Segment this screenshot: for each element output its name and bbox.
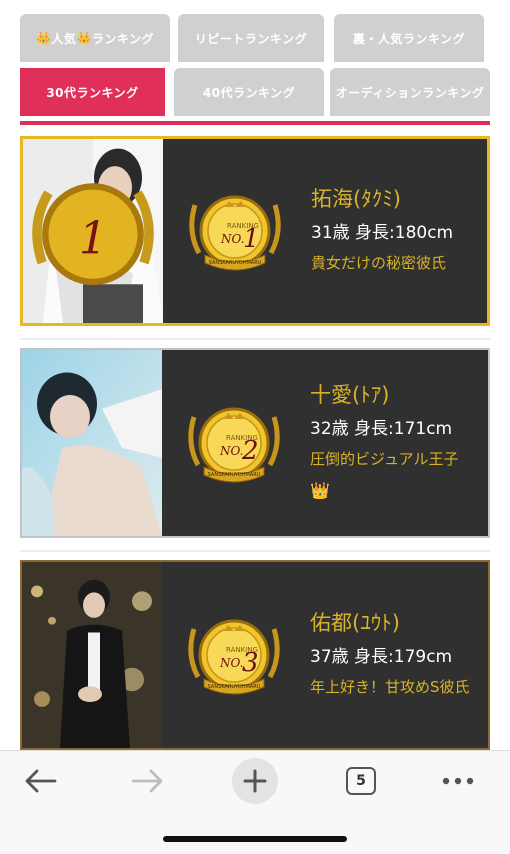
cast-info: 佑都(ﾕｳﾄ) 37歳 身長:179cm 年上好き！甘攻めS彼氏	[310, 562, 490, 748]
card-divider	[20, 550, 490, 552]
ranking-card-2[interactable]: RANKING NO. 2 SANSKARUYOHMARU 十愛(ﾄｱ) 32歳…	[20, 348, 490, 538]
svg-text:1: 1	[79, 212, 107, 264]
more-menu-button[interactable]	[430, 759, 486, 803]
cast-stats: 37歳 身長:179cm	[310, 647, 453, 667]
tab-40s-ranking[interactable]: 40代ランキング	[174, 68, 324, 116]
back-arrow-icon	[25, 769, 57, 793]
rank-medal-2: RANKING NO. 2 SANSKARUYOHMARU	[188, 407, 280, 483]
tab-ura-popular-ranking[interactable]: 裏・人気ランキング	[334, 14, 484, 62]
crown-icon: 👑	[35, 31, 52, 45]
tab-count: 5	[346, 767, 376, 795]
crown-icon: 👑	[76, 31, 92, 45]
forward-arrow-icon	[131, 769, 163, 793]
ranking-card-3[interactable]: RANKING NO. 3 SANSKARUYOHMARU 佑都(ﾕｳﾄ) 37…	[20, 560, 490, 750]
cast-name[interactable]: 佑都(ﾕｳﾄ)	[310, 608, 490, 638]
tabs-underline	[20, 121, 490, 125]
cast-info: 拓海(ﾀｸﾐ) 31歳 身長:180cm 貴女だけの秘密彼氏	[311, 139, 491, 323]
crown-icon: 👑	[310, 481, 330, 500]
svg-text:2: 2	[241, 436, 259, 466]
tab-switcher-button[interactable]: 5	[333, 759, 389, 803]
cast-name[interactable]: 十愛(ﾄｱ)	[310, 380, 490, 410]
card-divider	[20, 338, 490, 340]
cast-tagline: 圧倒的ビジュアル王子	[310, 450, 459, 468]
svg-text:SANSKARUYOHMARU: SANSKARUYOHMARU	[209, 260, 262, 266]
rank-medal-1: RANKING NO. 1 SANSKARUYOHMARU	[189, 195, 281, 271]
home-indicator	[163, 836, 347, 842]
more-icon	[442, 777, 474, 785]
no1-badge-icon: 1	[32, 183, 154, 286]
plus-icon	[243, 769, 267, 793]
rank-medal-3: RANKING NO. 3 SANSKARUYOHMARU	[188, 619, 280, 695]
profile-photo[interactable]	[22, 350, 162, 536]
svg-text:NO.: NO.	[219, 656, 243, 670]
profile-photo[interactable]: 1	[23, 139, 163, 323]
tab-repeat-ranking[interactable]: リピートランキング	[178, 14, 324, 62]
profile-photo[interactable]	[22, 562, 162, 748]
photo-placeholder	[22, 562, 162, 748]
svg-text:1: 1	[243, 224, 260, 254]
page: 👑 人気 👑 ランキング リピートランキング 裏・人気ランキング 30代ランキング 4…	[0, 0, 510, 854]
cast-tagline: 貴女だけの秘密彼氏	[311, 254, 447, 272]
photo-placeholder	[22, 350, 162, 536]
forward-button[interactable]	[120, 759, 176, 803]
tab-popular-ranking[interactable]: 👑 人気 👑 ランキング	[20, 14, 170, 62]
cast-tagline: 年上好き！甘攻めS彼氏	[310, 678, 470, 696]
svg-text:3: 3	[242, 648, 259, 678]
svg-text:SANSKARUYOHMARU: SANSKARUYOHMARU	[208, 684, 261, 690]
svg-text:SANSKARUYOHMARU: SANSKARUYOHMARU	[208, 472, 261, 478]
svg-text:NO.: NO.	[220, 232, 244, 246]
new-tab-button[interactable]	[227, 758, 283, 804]
svg-text:NO.: NO.	[219, 444, 243, 458]
cast-name[interactable]: 拓海(ﾀｸﾐ)	[311, 184, 491, 214]
tab-audition-ranking[interactable]: オーディションランキング	[330, 68, 490, 116]
back-button[interactable]	[12, 759, 68, 803]
tab-30s-ranking[interactable]: 30代ランキング	[20, 68, 165, 116]
cast-info: 十愛(ﾄｱ) 32歳 身長:171cm 圧倒的ビジュアル王子 👑	[310, 350, 490, 536]
cast-stats: 32歳 身長:171cm	[310, 419, 453, 439]
ranking-card-1[interactable]: 1 RANKING NO. 1 SANSKARUYOHMARU 拓海(ﾀｸﾐ) …	[20, 136, 490, 326]
cast-stats: 31歳 身長:180cm	[311, 223, 454, 243]
